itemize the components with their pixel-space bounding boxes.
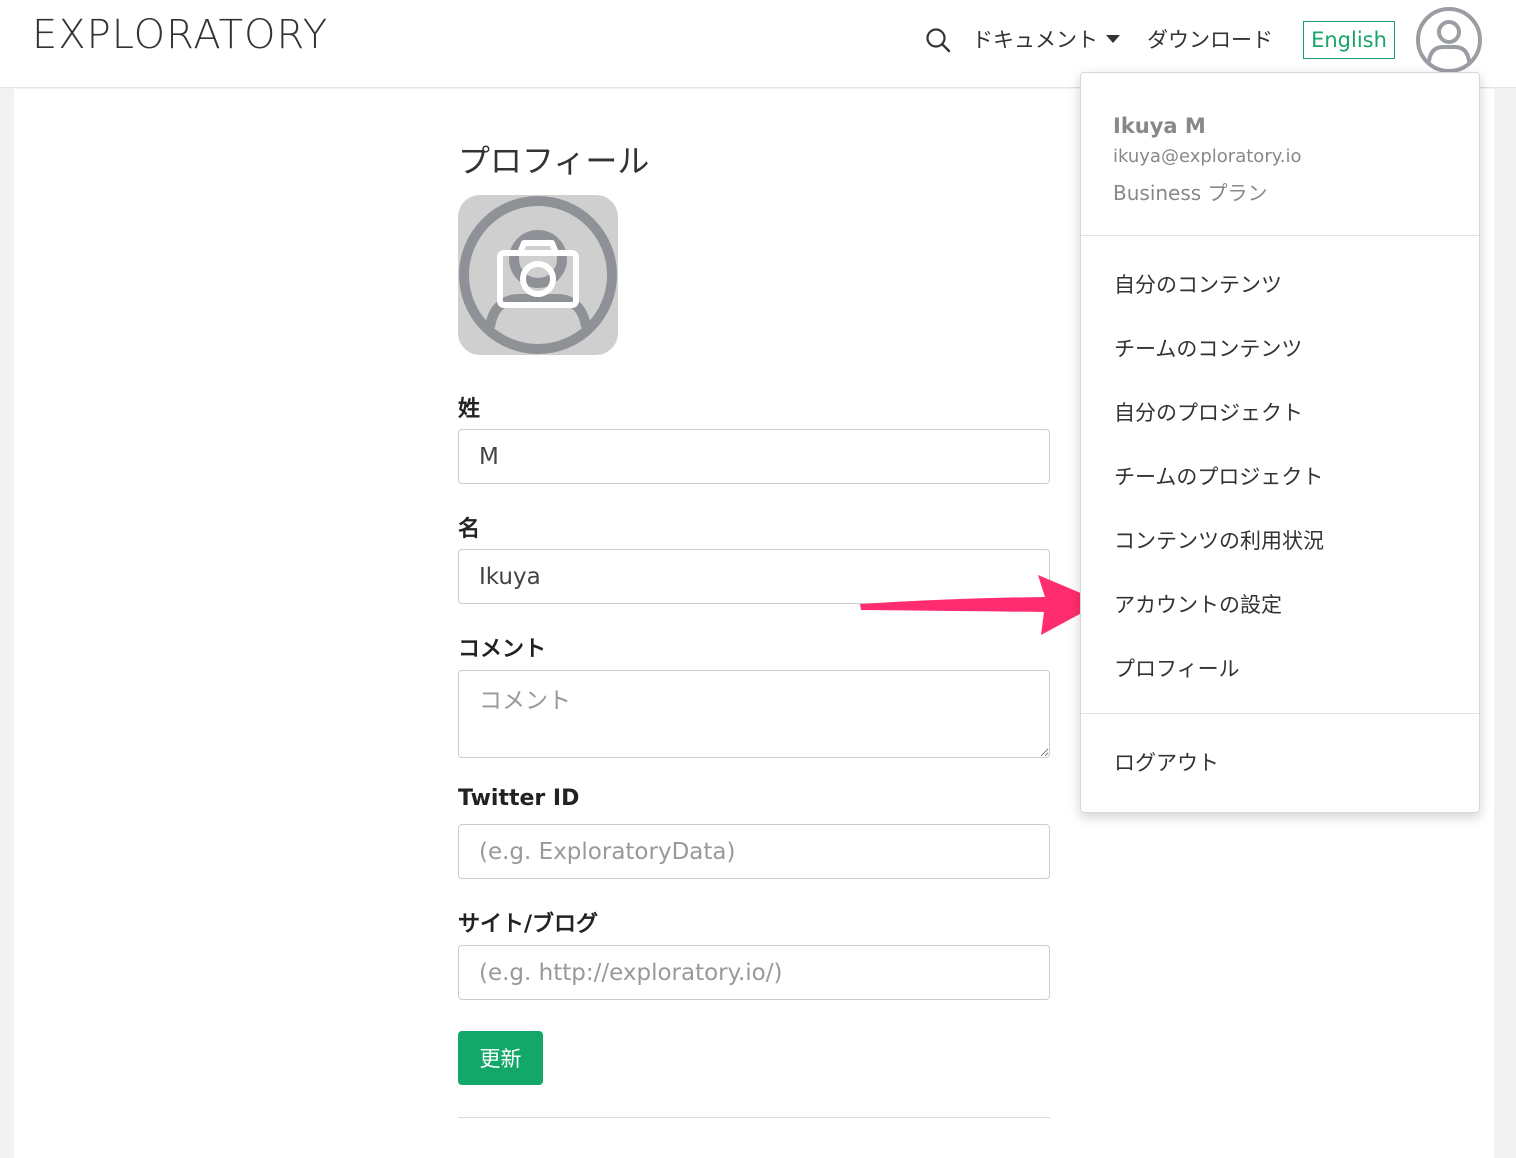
language-button[interactable]: English	[1303, 21, 1395, 59]
caret-down-icon	[1106, 35, 1120, 43]
site-blog-input[interactable]	[458, 945, 1050, 1000]
user-email: ikuya@exploratory.io	[1113, 146, 1302, 167]
nav-docs-label: ドキュメント	[972, 28, 1098, 52]
menu-item-profile[interactable]: プロフィール	[1114, 653, 1240, 683]
menu-item-team-content[interactable]: チームのコンテンツ	[1114, 333, 1302, 363]
menu-item-content-usage[interactable]: コンテンツの利用状況	[1114, 525, 1324, 555]
twitter-id-input[interactable]	[458, 824, 1050, 879]
user-name: Ikuya M	[1113, 114, 1206, 138]
menu-item-my-content[interactable]: 自分のコンテンツ	[1114, 269, 1282, 299]
search-icon[interactable]	[924, 26, 952, 54]
annotation-arrow-icon	[860, 575, 1102, 635]
nav-download-link[interactable]: ダウンロード	[1147, 24, 1273, 54]
first-name-label: 名	[458, 517, 481, 542]
camera-icon	[497, 240, 579, 308]
form-divider	[458, 1117, 1050, 1118]
menu-item-account-settings[interactable]: アカウントの設定	[1114, 589, 1282, 619]
page-title: プロフィール	[458, 142, 650, 180]
update-button[interactable]: 更新	[458, 1031, 543, 1085]
menu-divider	[1081, 235, 1479, 236]
menu-item-logout[interactable]: ログアウト	[1114, 747, 1219, 777]
profile-photo-upload[interactable]	[458, 195, 618, 355]
comment-textarea[interactable]	[458, 670, 1050, 758]
menu-divider	[1081, 713, 1479, 714]
twitter-id-label: Twitter ID	[458, 786, 580, 811]
nav-docs-dropdown[interactable]: ドキュメント	[972, 24, 1120, 54]
menu-item-my-projects[interactable]: 自分のプロジェクト	[1114, 397, 1303, 427]
user-avatar-icon[interactable]	[1415, 6, 1483, 74]
user-dropdown-menu: Ikuya M ikuya@exploratory.io Business プラ…	[1080, 72, 1480, 813]
menu-item-team-projects[interactable]: チームのプロジェクト	[1114, 461, 1323, 491]
comment-label: コメント	[458, 637, 547, 662]
site-blog-label: サイト/ブログ	[458, 912, 599, 937]
last-name-label: 姓	[458, 397, 481, 422]
user-plan: Business プラン	[1113, 181, 1268, 205]
logo[interactable]: EXPLORATORY	[32, 12, 328, 58]
last-name-input[interactable]	[458, 429, 1050, 484]
